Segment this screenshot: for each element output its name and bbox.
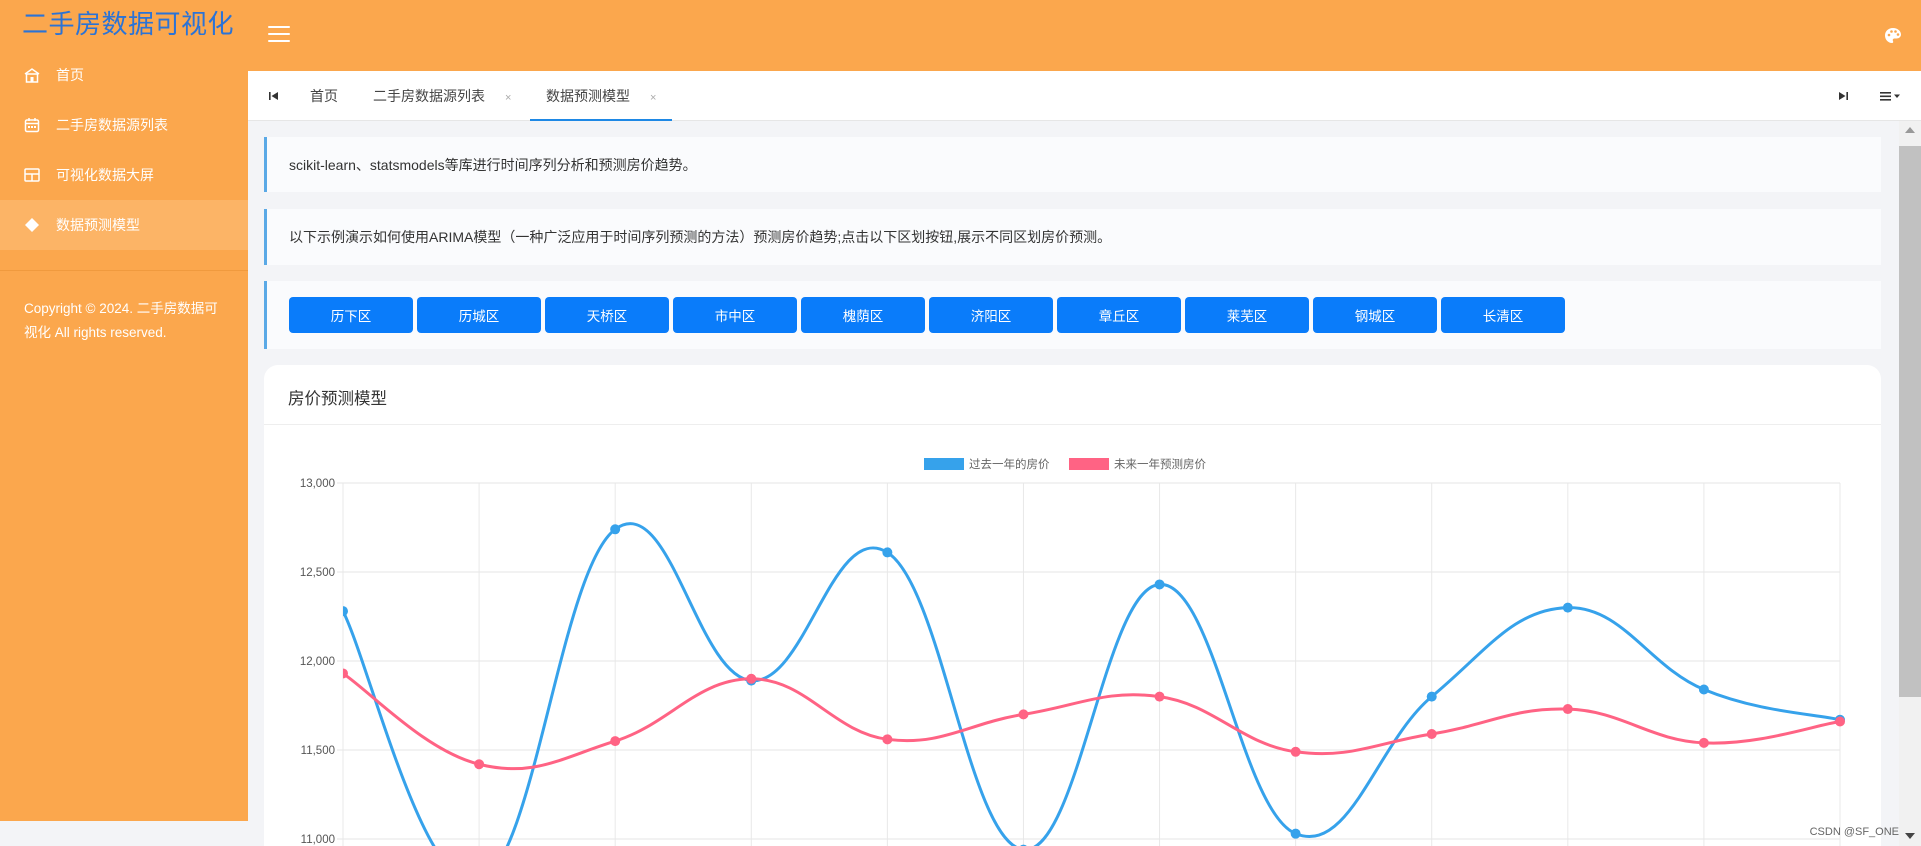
y-tick-label: 11,500 [301, 745, 335, 757]
district-button-row: 历下区 历城区 天桥区 市中区 槐荫区 济阳区 章丘区 莱芜区 钢城区 长清区 [289, 297, 1569, 333]
watermark: CSDN @SF_ONE [1809, 826, 1899, 838]
legend-swatch [1069, 458, 1109, 470]
tab-scroll-right-icon[interactable] [1835, 88, 1851, 104]
notice-intro-text: scikit-learn、statsmodels等库进行时间序列分析和预测房价趋… [289, 156, 697, 173]
dashboard-icon [22, 165, 42, 185]
legend-label: 未来一年预测房价 [1114, 457, 1206, 471]
calendar-icon [22, 115, 42, 135]
diamond-icon [22, 215, 42, 235]
data-point[interactable] [1018, 709, 1029, 720]
sidebar-item-label: 首页 [56, 67, 84, 83]
app-brand[interactable]: 二手房数据可视化 [22, 4, 234, 41]
district-button-zhangqiu[interactable]: 章丘区 [1057, 297, 1181, 333]
sidebar-item-label: 可视化数据大屏 [56, 167, 154, 183]
data-point[interactable] [1154, 691, 1165, 702]
tab-home[interactable]: 首页 [310, 71, 338, 121]
tab-prediction[interactable]: 数据预测模型 × [530, 71, 673, 121]
data-point[interactable] [1290, 746, 1301, 757]
copyright-text: Copyright © 2024. 二手房数据可视化 All rights re… [24, 301, 218, 340]
district-button-gangcheng[interactable]: 钢城区 [1313, 297, 1437, 333]
district-button-shizhong[interactable]: 市中区 [673, 297, 797, 333]
sidebar-bottom-strip [0, 821, 248, 846]
y-tick-label: 12,000 [300, 656, 335, 668]
scroll-up-arrow-icon[interactable] [1905, 127, 1915, 133]
notice-intro: scikit-learn、statsmodels等库进行时间序列分析和预测房价趋… [264, 137, 1881, 192]
district-button-licheng[interactable]: 历城区 [417, 297, 541, 333]
data-point[interactable] [882, 734, 893, 745]
tab-scroll-left-icon[interactable] [266, 88, 282, 104]
tab-close-icon[interactable]: × [650, 92, 656, 104]
scroll-down-arrow-icon[interactable] [1905, 833, 1915, 839]
tab-data-list[interactable]: 二手房数据源列表 × [373, 71, 511, 121]
data-point[interactable] [882, 547, 893, 558]
sidebar-item-data-list[interactable]: 二手房数据源列表 [0, 100, 248, 150]
data-point[interactable] [610, 524, 621, 535]
district-button-lixia[interactable]: 历下区 [289, 297, 413, 333]
district-button-huaiyin[interactable]: 槐荫区 [801, 297, 925, 333]
scroll-thumb[interactable] [1899, 146, 1921, 697]
price-prediction-chart: 11,000 11,500 12,000 12,500 13,000 过去一年的房价 未来一… [300, 457, 1845, 846]
data-point[interactable] [1290, 828, 1301, 839]
data-point[interactable] [1562, 602, 1573, 613]
home-icon [22, 65, 42, 85]
legend-swatch [924, 458, 964, 470]
sidebar-item-prediction[interactable]: 数据预测模型 [0, 200, 248, 250]
sidebar-item-label: 数据预测模型 [56, 217, 140, 233]
sidebar: 二手房数据可视化 首页 二手房数据源列表 可视化数据大屏 数据预测模型 Copy… [0, 0, 248, 821]
tab-options-menu-icon[interactable] [1876, 88, 1906, 104]
y-tick-label: 12,500 [300, 567, 335, 579]
legend-label: 过去一年的房价 [969, 457, 1050, 471]
data-point[interactable] [1562, 704, 1573, 715]
district-button-changqing[interactable]: 长清区 [1441, 297, 1565, 333]
page-scrollbar[interactable] [1899, 121, 1921, 846]
chart-card: 房价预测模型 11,000 11,500 12,000 12,500 13,000 过去一… [264, 365, 1881, 846]
palette-icon[interactable] [1883, 26, 1903, 46]
tab-label: 首页 [310, 88, 338, 104]
data-point[interactable] [1154, 579, 1165, 590]
sidebar-item-dashboard[interactable]: 可视化数据大屏 [0, 150, 248, 200]
district-panel: 历下区 历城区 天桥区 市中区 槐荫区 济阳区 章丘区 莱芜区 钢城区 长清区 [264, 281, 1881, 349]
tab-close-icon[interactable]: × [505, 92, 511, 104]
data-point[interactable] [1698, 737, 1709, 748]
tab-bar: 首页 二手房数据源列表 × 数据预测模型 × [248, 71, 1921, 121]
data-point[interactable] [1426, 728, 1437, 739]
data-point[interactable] [1835, 716, 1845, 727]
top-header [248, 0, 1921, 71]
tab-label: 二手房数据源列表 [373, 88, 485, 104]
district-button-tianqiao[interactable]: 天桥区 [545, 297, 669, 333]
notice-example-text: 以下示例演示如何使用ARIMA模型（一种广泛应用于时间序列预测的方法）预测房价趋… [289, 229, 1112, 245]
sidebar-item-home[interactable]: 首页 [0, 50, 248, 100]
district-button-jiyang[interactable]: 济阳区 [929, 297, 1053, 333]
data-point[interactable] [610, 736, 621, 747]
district-button-laiwu[interactable]: 莱芜区 [1185, 297, 1309, 333]
data-point[interactable] [474, 759, 485, 770]
data-point[interactable] [1698, 684, 1709, 695]
sidebar-item-label: 二手房数据源列表 [56, 117, 168, 133]
y-tick-label: 13,000 [300, 478, 335, 490]
data-point[interactable] [1426, 691, 1437, 702]
sidebar-nav: 首页 二手房数据源列表 可视化数据大屏 数据预测模型 [0, 50, 248, 250]
data-point[interactable] [338, 606, 348, 617]
y-tick-label: 11,000 [301, 834, 335, 846]
data-point[interactable] [338, 668, 348, 679]
sidebar-divider [0, 270, 248, 271]
tab-label: 数据预测模型 [546, 88, 630, 104]
notice-example: 以下示例演示如何使用ARIMA模型（一种广泛应用于时间序列预测的方法）预测房价趋… [264, 209, 1881, 265]
data-point[interactable] [746, 673, 757, 684]
menu-toggle-icon[interactable] [268, 26, 290, 44]
